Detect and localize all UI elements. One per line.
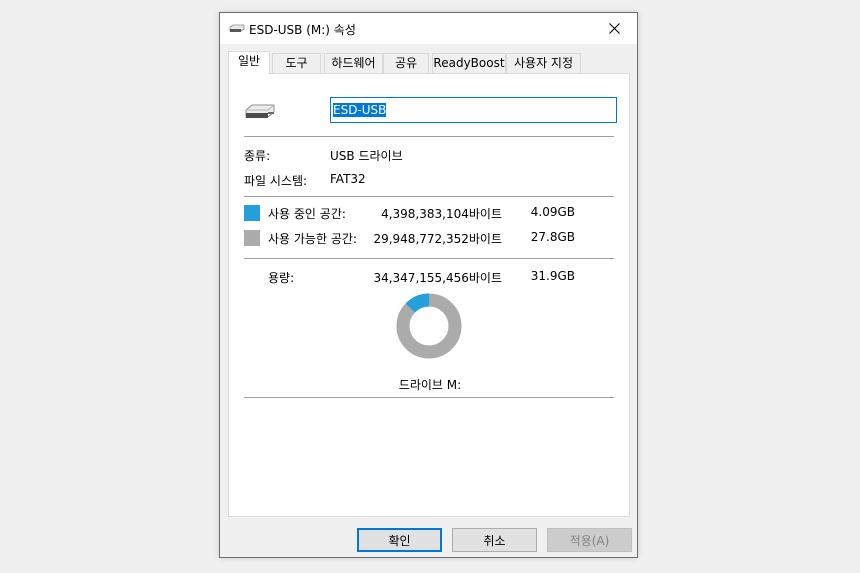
tab-sharing[interactable]: 공유 [383,53,429,73]
tab-label: 일반 [237,54,261,68]
drive-label: 드라이브 M: [398,378,462,392]
cancel-button[interactable]: 취소 [452,528,537,552]
window-title: ESD-USB (M:) 속성 [249,23,356,37]
divider [244,136,614,137]
apply-button[interactable]: 적용(A) [547,528,632,552]
tab-label: ReadyBoost [433,56,505,70]
tab-label: 도구 [285,56,308,70]
capacity-size: 31.9GB [530,269,575,283]
divider [244,196,614,197]
divider [244,397,614,398]
cancel-button-label: 취소 [483,533,506,548]
free-space-size: 27.8GB [530,230,575,244]
tab-hardware[interactable]: 하드웨어 [324,53,383,73]
capacity-bytes: 34,347,155,456바이트 [373,271,502,285]
usb-drive-icon [245,104,275,118]
free-space-bytes: 29,948,772,352바이트 [373,232,502,246]
apply-button-label: 적용(A) [569,533,610,548]
used-space-swatch [244,205,260,221]
used-space-bytes: 4,398,383,104바이트 [381,207,502,221]
file-system-value: FAT32 [330,172,366,186]
volume-name-input[interactable] [330,97,617,123]
free-space-label: 사용 가능한 공간: [268,232,357,246]
general-panel: 종류: USB 드라이브 파일 시스템: FAT32 사용 중인 공간: 4,3… [228,73,630,517]
capacity-label: 용량: [268,271,295,285]
used-space-label: 사용 중인 공간: [268,207,346,221]
file-system-label: 파일 시스템: [244,174,308,188]
free-space-swatch [244,230,260,246]
tab-label: 하드웨어 [331,56,376,70]
used-space-size: 4.09GB [530,205,575,219]
tab-label: 공유 [394,56,418,70]
type-label: 종류: [244,149,271,163]
usage-donut-chart [396,293,462,359]
ok-button[interactable]: 확인 [357,528,442,552]
usb-drive-icon [229,24,245,32]
properties-dialog: ESD-USB (M:) 속성 일반 도구 하드웨어 공유 ReadyBoost… [219,12,638,558]
type-value: USB 드라이브 [330,149,403,163]
title-bar: ESD-USB (M:) 속성 [220,13,637,44]
tab-label: 사용자 지정 [513,56,573,70]
tab-customize[interactable]: 사용자 지정 [506,53,581,73]
tab-readyboost[interactable]: ReadyBoost [432,53,506,73]
divider [244,258,614,259]
ok-button-label: 확인 [388,533,411,548]
tab-tools[interactable]: 도구 [272,53,321,73]
tab-general[interactable]: 일반 [228,51,270,74]
close-icon [608,22,620,34]
close-button[interactable] [591,13,637,43]
